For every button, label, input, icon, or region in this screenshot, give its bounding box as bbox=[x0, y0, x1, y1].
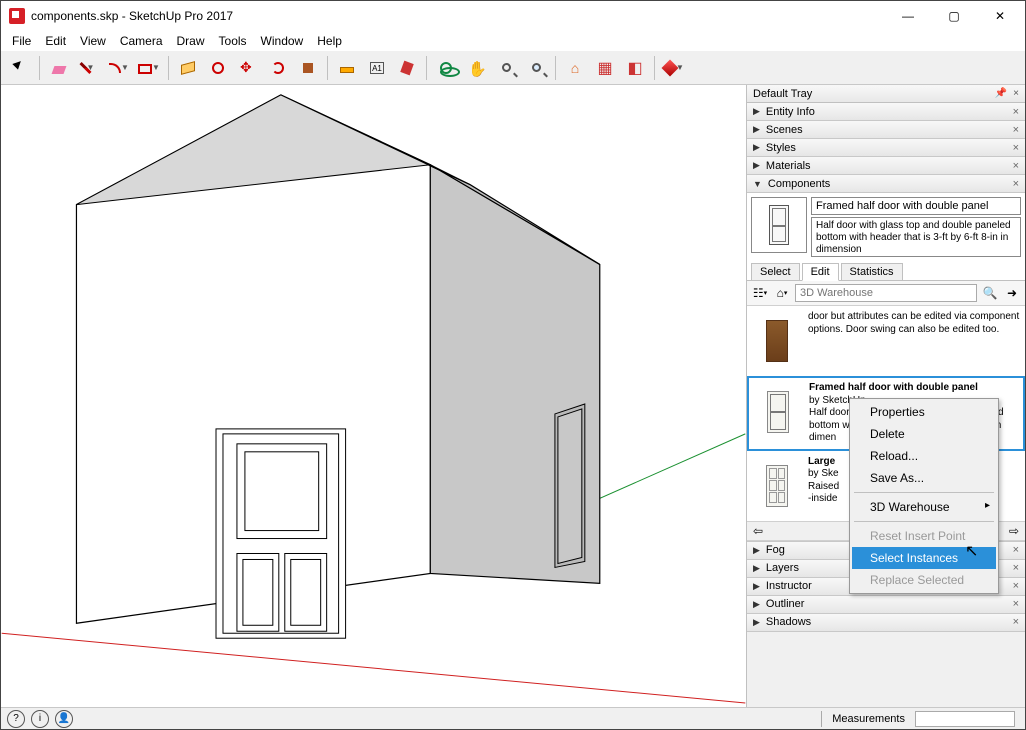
rectangle-tool-icon[interactable]: ▼ bbox=[135, 54, 163, 82]
status-bar: ? i 👤 Measurements bbox=[1, 707, 1025, 729]
tray-header[interactable]: Default Tray 📌 × bbox=[747, 85, 1025, 103]
main-toolbar: ▼ ▼ ▼ ✥ A1 ✋ ⌂ ▦ ◧ ▼ bbox=[1, 51, 1025, 85]
ruby-console-icon[interactable]: ▼ bbox=[660, 54, 688, 82]
maximize-button[interactable]: ▢ bbox=[931, 1, 977, 31]
paint-tool-icon[interactable] bbox=[393, 54, 421, 82]
pin-icon[interactable]: 📌 bbox=[995, 88, 1007, 99]
component-name-input[interactable] bbox=[811, 197, 1021, 215]
menu-reset-insert: Reset Insert Point bbox=[852, 525, 996, 547]
search-input[interactable] bbox=[795, 284, 977, 302]
scale-tool-icon[interactable] bbox=[294, 54, 322, 82]
menu-view[interactable]: View bbox=[73, 32, 113, 50]
geo-icon[interactable]: i bbox=[31, 710, 49, 728]
pushpull-tool-icon[interactable] bbox=[174, 54, 202, 82]
help-icon[interactable]: ? bbox=[7, 710, 25, 728]
measurements-label: Measurements bbox=[822, 713, 915, 725]
context-menu: Properties Delete Reload... Save As... 3… bbox=[849, 398, 999, 594]
panel-shadows[interactable]: ▶Shadows× bbox=[747, 614, 1025, 632]
eraser-tool-icon[interactable] bbox=[45, 54, 73, 82]
window-titlebar: components.skp - SketchUp Pro 2017 — ▢ ✕ bbox=[1, 1, 1025, 31]
menu-3dwarehouse[interactable]: 3D Warehouse▸ bbox=[852, 496, 996, 518]
component-desc-input[interactable]: Half door with glass top and double pane… bbox=[811, 217, 1021, 257]
arc-tool-icon[interactable]: ▼ bbox=[105, 54, 133, 82]
offset-tool-icon[interactable] bbox=[204, 54, 232, 82]
window-title: components.skp - SketchUp Pro 2017 bbox=[31, 9, 885, 23]
panel-components[interactable]: ▼Components× bbox=[747, 175, 1025, 193]
tab-edit[interactable]: Edit bbox=[802, 263, 839, 281]
app-icon bbox=[9, 8, 25, 24]
tray-close-icon[interactable]: × bbox=[1013, 88, 1019, 99]
zoom-extents-icon[interactable] bbox=[522, 54, 550, 82]
measurements-input[interactable] bbox=[915, 711, 1015, 727]
warehouse-icon[interactable]: ⌂ bbox=[561, 54, 589, 82]
default-tray: Default Tray 📌 × ▶Entity Info× ▶Scenes× ▶… bbox=[747, 85, 1025, 707]
pan-tool-icon[interactable]: ✋ bbox=[462, 54, 490, 82]
menu-saveas[interactable]: Save As... bbox=[852, 467, 996, 489]
tab-select[interactable]: Select bbox=[751, 263, 800, 280]
menu-draw[interactable]: Draw bbox=[170, 32, 212, 50]
menu-file[interactable]: File bbox=[5, 32, 38, 50]
list-item[interactable]: door but attributes can be edited via co… bbox=[747, 306, 1025, 376]
zoom-tool-icon[interactable] bbox=[492, 54, 520, 82]
panel-outliner[interactable]: ▶Outliner× bbox=[747, 596, 1025, 614]
panel-close-icon[interactable]: × bbox=[1013, 106, 1019, 118]
menu-reload[interactable]: Reload... bbox=[852, 445, 996, 467]
text-tool-icon[interactable]: A1 bbox=[363, 54, 391, 82]
tray-title: Default Tray bbox=[753, 88, 812, 100]
menu-replace-selected: Replace Selected bbox=[852, 569, 996, 591]
forward-nav-icon[interactable]: ⇨ bbox=[1009, 524, 1019, 538]
menu-edit[interactable]: Edit bbox=[38, 32, 73, 50]
model-viewport[interactable] bbox=[1, 85, 747, 707]
rotate-tool-icon[interactable] bbox=[264, 54, 292, 82]
panel-entity-info[interactable]: ▶Entity Info× bbox=[747, 103, 1025, 121]
tab-statistics[interactable]: Statistics bbox=[841, 263, 903, 280]
menubar: File Edit View Camera Draw Tools Window … bbox=[1, 31, 1025, 51]
home-icon[interactable]: ⌂▾ bbox=[773, 284, 791, 302]
menu-select-instances[interactable]: Select Instances bbox=[852, 547, 996, 569]
menu-tools[interactable]: Tools bbox=[212, 32, 254, 50]
menu-properties[interactable]: Properties bbox=[852, 401, 996, 423]
tape-tool-icon[interactable] bbox=[333, 54, 361, 82]
orbit-tool-icon[interactable] bbox=[432, 54, 460, 82]
forward-icon[interactable]: ➜ bbox=[1003, 284, 1021, 302]
panel-scenes[interactable]: ▶Scenes× bbox=[747, 121, 1025, 139]
back-icon[interactable]: ⇦ bbox=[753, 524, 763, 538]
extension-icon[interactable]: ▦ bbox=[591, 54, 619, 82]
close-button[interactable]: ✕ bbox=[977, 1, 1023, 31]
component-tabs: Select Edit Statistics bbox=[747, 261, 1025, 281]
menu-camera[interactable]: Camera bbox=[113, 32, 170, 50]
house-drawing bbox=[1, 85, 746, 707]
component-preview bbox=[751, 197, 807, 253]
panel-styles[interactable]: ▶Styles× bbox=[747, 139, 1025, 157]
menu-help[interactable]: Help bbox=[310, 32, 349, 50]
minimize-button[interactable]: — bbox=[885, 1, 931, 31]
line-tool-icon[interactable]: ▼ bbox=[75, 54, 103, 82]
move-tool-icon[interactable]: ✥ bbox=[234, 54, 262, 82]
person-icon[interactable]: 👤 bbox=[55, 710, 73, 728]
view-mode-icon[interactable]: ☷▾ bbox=[751, 284, 769, 302]
search-icon[interactable]: 🔍 bbox=[981, 284, 999, 302]
select-tool-icon[interactable] bbox=[6, 54, 34, 82]
layout-icon[interactable]: ◧ bbox=[621, 54, 649, 82]
menu-window[interactable]: Window bbox=[254, 32, 311, 50]
menu-delete[interactable]: Delete bbox=[852, 423, 996, 445]
panel-materials[interactable]: ▶Materials× bbox=[747, 157, 1025, 175]
